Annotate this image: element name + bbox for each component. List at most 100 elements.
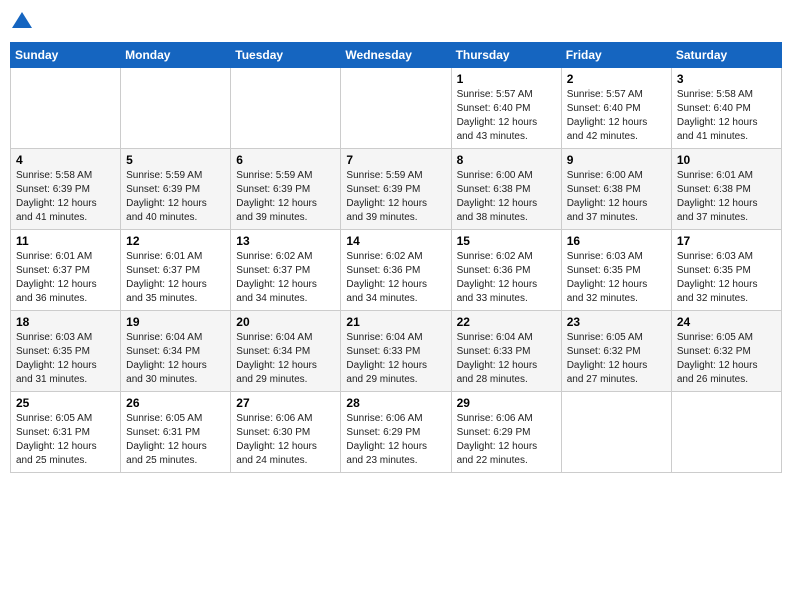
day-number: 9 — [567, 153, 666, 167]
calendar-cell: 2Sunrise: 5:57 AM Sunset: 6:40 PM Daylig… — [561, 68, 671, 149]
day-info: Sunrise: 6:00 AM Sunset: 6:38 PM Dayligh… — [567, 169, 666, 225]
calendar-cell: 24 Sunrise: 6:05 AM Sunset: 6:32 PM Dayli… — [671, 311, 781, 392]
day-info: Sunrise: 6:05 AM Sunset: 6:32 PM Dayligh… — [677, 331, 776, 387]
calendar-cell — [671, 392, 781, 473]
day-number: 15 — [457, 234, 556, 248]
day-number: 27 — [236, 396, 335, 410]
day-number: 19 — [126, 315, 225, 329]
day-info: Sunrise: 5:59 AM Sunset: 6:39 PM Dayligh… — [126, 169, 225, 225]
calendar-cell: 15 Sunrise: 6:02 AM Sunset: 6:36 PM Dayli… — [451, 230, 561, 311]
calendar-cell — [121, 68, 231, 149]
day-number: 17 — [677, 234, 776, 248]
logo — [10, 10, 38, 34]
day-number: 5 — [126, 153, 225, 167]
day-number: 22 — [457, 315, 556, 329]
day-info: Sunrise: 6:03 AM Sunset: 6:35 PM Dayligh… — [16, 331, 115, 387]
day-info: Sunrise: 5:57 AM Sunset: 6:40 PM Dayligh… — [457, 88, 556, 144]
weekday-header-row: SundayMondayTuesdayWednesdayThursdayFrid… — [11, 43, 782, 68]
weekday-header-sunday: Sunday — [11, 43, 121, 68]
calendar-cell: 25 Sunrise: 6:05 AM Sunset: 6:31 PM Dayli… — [11, 392, 121, 473]
day-info: Sunrise: 6:05 AM Sunset: 6:31 PM Dayligh… — [126, 412, 225, 468]
day-info: Sunrise: 6:03 AM Sunset: 6:35 PM Dayligh… — [677, 250, 776, 306]
day-info: Sunrise: 6:02 AM Sunset: 6:36 PM Dayligh… — [346, 250, 445, 306]
day-info: Sunrise: 6:04 AM Sunset: 6:33 PM Dayligh… — [346, 331, 445, 387]
calendar-cell: 11 Sunrise: 6:01 AM Sunset: 6:37 PM Dayli… — [11, 230, 121, 311]
calendar-cell: 4 Sunrise: 5:58 AM Sunset: 6:39 PM Daylig… — [11, 149, 121, 230]
day-info: Sunrise: 6:01 AM Sunset: 6:37 PM Dayligh… — [16, 250, 115, 306]
day-number: 3 — [677, 72, 776, 86]
day-info: Sunrise: 5:59 AM Sunset: 6:39 PM Dayligh… — [236, 169, 335, 225]
calendar-cell — [341, 68, 451, 149]
day-number: 14 — [346, 234, 445, 248]
calendar-cell: 8 Sunrise: 6:00 AM Sunset: 6:38 PM Daylig… — [451, 149, 561, 230]
day-number: 12 — [126, 234, 225, 248]
weekday-header-friday: Friday — [561, 43, 671, 68]
weekday-header-wednesday: Wednesday — [341, 43, 451, 68]
day-info: Sunrise: 6:01 AM Sunset: 6:38 PM Dayligh… — [677, 169, 776, 225]
day-info: Sunrise: 6:06 AM Sunset: 6:30 PM Dayligh… — [236, 412, 335, 468]
day-number: 6 — [236, 153, 335, 167]
calendar-cell: 1 Sunrise: 5:57 AM Sunset: 6:40 PM Daylig… — [451, 68, 561, 149]
day-info: Sunrise: 6:05 AM Sunset: 6:31 PM Dayligh… — [16, 412, 115, 468]
day-number: 4 — [16, 153, 115, 167]
day-info: Sunrise: 6:03 AM Sunset: 6:35 PM Dayligh… — [567, 250, 666, 306]
day-number: 2 — [567, 72, 666, 86]
calendar-cell — [231, 68, 341, 149]
calendar-week-row: 11 Sunrise: 6:01 AM Sunset: 6:37 PM Dayli… — [11, 230, 782, 311]
day-number: 8 — [457, 153, 556, 167]
day-number: 16 — [567, 234, 666, 248]
day-info: Sunrise: 6:01 AM Sunset: 6:37 PM Dayligh… — [126, 250, 225, 306]
weekday-header-tuesday: Tuesday — [231, 43, 341, 68]
calendar-cell: 29Sunrise: 6:06 AM Sunset: 6:29 PM Dayli… — [451, 392, 561, 473]
calendar-week-row: 18 Sunrise: 6:03 AM Sunset: 6:35 PM Dayli… — [11, 311, 782, 392]
day-info: Sunrise: 6:06 AM Sunset: 6:29 PM Dayligh… — [346, 412, 445, 468]
day-number: 26 — [126, 396, 225, 410]
day-info: Sunrise: 6:04 AM Sunset: 6:34 PM Dayligh… — [126, 331, 225, 387]
calendar-week-row: 4 Sunrise: 5:58 AM Sunset: 6:39 PM Daylig… — [11, 149, 782, 230]
calendar-cell: 6 Sunrise: 5:59 AM Sunset: 6:39 PM Daylig… — [231, 149, 341, 230]
day-number: 28 — [346, 396, 445, 410]
calendar-cell: 12 Sunrise: 6:01 AM Sunset: 6:37 PM Dayli… — [121, 230, 231, 311]
calendar-cell: 14 Sunrise: 6:02 AM Sunset: 6:36 PM Dayli… — [341, 230, 451, 311]
calendar-cell: 28 Sunrise: 6:06 AM Sunset: 6:29 PM Dayli… — [341, 392, 451, 473]
calendar-table: SundayMondayTuesdayWednesdayThursdayFrid… — [10, 42, 782, 473]
day-number: 1 — [457, 72, 556, 86]
calendar-cell: 9 Sunrise: 6:00 AM Sunset: 6:38 PM Daylig… — [561, 149, 671, 230]
day-info: Sunrise: 5:59 AM Sunset: 6:39 PM Dayligh… — [346, 169, 445, 225]
calendar-cell: 23Sunrise: 6:05 AM Sunset: 6:32 PM Dayli… — [561, 311, 671, 392]
day-number: 25 — [16, 396, 115, 410]
day-info: Sunrise: 5:58 AM Sunset: 6:40 PM Dayligh… — [677, 88, 776, 144]
calendar-cell: 10 Sunrise: 6:01 AM Sunset: 6:38 PM Dayli… — [671, 149, 781, 230]
calendar-cell — [561, 392, 671, 473]
calendar-cell: 18 Sunrise: 6:03 AM Sunset: 6:35 PM Dayli… — [11, 311, 121, 392]
day-number: 11 — [16, 234, 115, 248]
day-number: 24 — [677, 315, 776, 329]
day-info: Sunrise: 6:04 AM Sunset: 6:33 PM Dayligh… — [457, 331, 556, 387]
calendar-cell: 22 Sunrise: 6:04 AM Sunset: 6:33 PM Dayli… — [451, 311, 561, 392]
weekday-header-monday: Monday — [121, 43, 231, 68]
day-info: Sunrise: 6:04 AM Sunset: 6:34 PM Dayligh… — [236, 331, 335, 387]
calendar-cell: 16 Sunrise: 6:03 AM Sunset: 6:35 PM Dayli… — [561, 230, 671, 311]
calendar-week-row: 25 Sunrise: 6:05 AM Sunset: 6:31 PM Dayli… — [11, 392, 782, 473]
calendar-cell: 7 Sunrise: 5:59 AM Sunset: 6:39 PM Daylig… — [341, 149, 451, 230]
calendar-cell: 27 Sunrise: 6:06 AM Sunset: 6:30 PM Dayli… — [231, 392, 341, 473]
day-number: 20 — [236, 315, 335, 329]
calendar-cell: 5 Sunrise: 5:59 AM Sunset: 6:39 PM Daylig… — [121, 149, 231, 230]
calendar-cell: 13 Sunrise: 6:02 AM Sunset: 6:37 PM Dayli… — [231, 230, 341, 311]
logo-icon — [10, 10, 34, 34]
calendar-cell — [11, 68, 121, 149]
day-number: 13 — [236, 234, 335, 248]
day-info: Sunrise: 6:00 AM Sunset: 6:38 PM Dayligh… — [457, 169, 556, 225]
day-number: 18 — [16, 315, 115, 329]
calendar-cell: 3 Sunrise: 5:58 AM Sunset: 6:40 PM Daylig… — [671, 68, 781, 149]
day-info: Sunrise: 6:02 AM Sunset: 6:37 PM Dayligh… — [236, 250, 335, 306]
calendar-cell: 19 Sunrise: 6:04 AM Sunset: 6:34 PM Dayli… — [121, 311, 231, 392]
calendar-cell: 17 Sunrise: 6:03 AM Sunset: 6:35 PM Dayli… — [671, 230, 781, 311]
day-info: Sunrise: 6:02 AM Sunset: 6:36 PM Dayligh… — [457, 250, 556, 306]
day-number: 29 — [457, 396, 556, 410]
day-number: 23 — [567, 315, 666, 329]
day-number: 10 — [677, 153, 776, 167]
calendar-week-row: 1 Sunrise: 5:57 AM Sunset: 6:40 PM Daylig… — [11, 68, 782, 149]
day-number: 7 — [346, 153, 445, 167]
day-info: Sunrise: 5:58 AM Sunset: 6:39 PM Dayligh… — [16, 169, 115, 225]
